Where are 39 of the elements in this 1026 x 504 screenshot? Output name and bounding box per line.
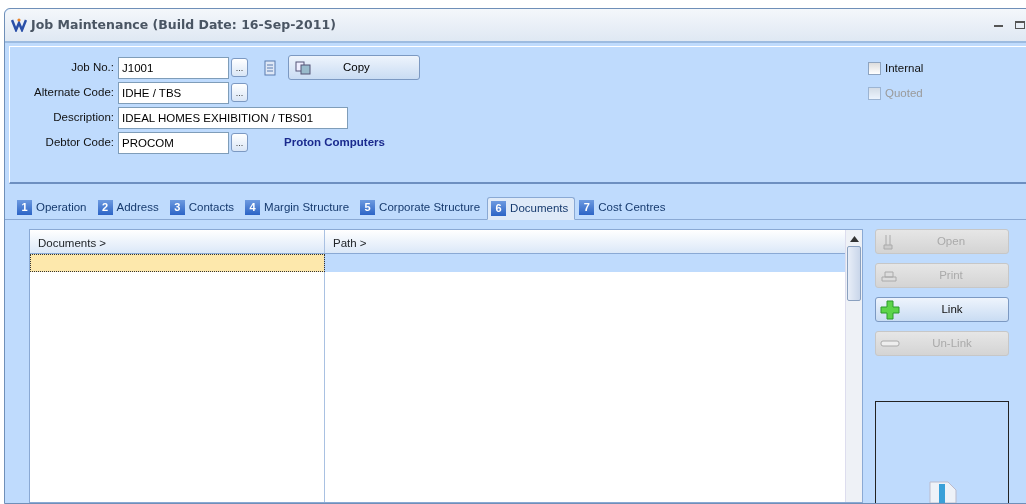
checkbox-label: Internal <box>885 60 924 76</box>
copy-button[interactable]: Copy <box>288 55 420 80</box>
lookup-button[interactable]: ... <box>231 133 248 152</box>
lookup-button[interactable]: ... <box>231 58 248 77</box>
field-label: Job No.: <box>70 59 115 75</box>
checkbox-label: Quoted <box>885 85 923 101</box>
field-label: Alternate Code: <box>33 84 115 100</box>
scrollbar-thumb[interactable] <box>847 246 861 301</box>
input-field[interactable]: PROCOM <box>118 131 229 154</box>
minimize-icon[interactable] <box>994 23 1003 27</box>
window-title: Job Maintenance (Build Date: 16-Sep-2011) <box>31 15 336 34</box>
plus-icon <box>880 299 900 320</box>
tab[interactable]: 1 Operation <box>13 195 94 219</box>
field-label: Description: <box>52 109 115 125</box>
scroll-up-icon[interactable] <box>849 236 859 242</box>
input-field[interactable]: IDHE / TBS <box>118 81 229 104</box>
tab[interactable]: 4 Margin Structure <box>241 195 357 219</box>
printer-icon <box>880 268 898 283</box>
column-header[interactable]: Documents > <box>30 230 325 253</box>
link-button[interactable]: Link <box>875 297 1009 322</box>
debtor-name: Proton Computers <box>284 134 385 150</box>
checkbox[interactable] <box>868 62 881 75</box>
maximize-icon[interactable] <box>1015 21 1025 29</box>
app-logo-icon <box>11 18 27 32</box>
field-label: Debtor Code: <box>44 134 115 150</box>
copy-icon <box>295 60 311 75</box>
lookup-button[interactable]: ... <box>231 83 248 102</box>
tab[interactable]: 2 Address <box>93 195 166 219</box>
column-header[interactable]: Path > <box>325 230 375 253</box>
tab[interactable]: 6 Documents <box>487 196 576 220</box>
bar-icon <box>880 339 900 348</box>
table-cell[interactable] <box>30 254 325 272</box>
tab[interactable]: 3 Contacts <box>165 195 242 219</box>
tab[interactable]: 5 Corporate Structure <box>356 195 488 219</box>
table-cell[interactable] <box>325 254 845 272</box>
document-icon <box>927 481 957 503</box>
tab[interactable]: 7 Cost Centres <box>575 195 673 219</box>
input-field[interactable]: IDEAL HOMES EXHIBITION / TBS01 <box>118 106 348 129</box>
input-field[interactable]: J1001 <box>118 56 229 79</box>
